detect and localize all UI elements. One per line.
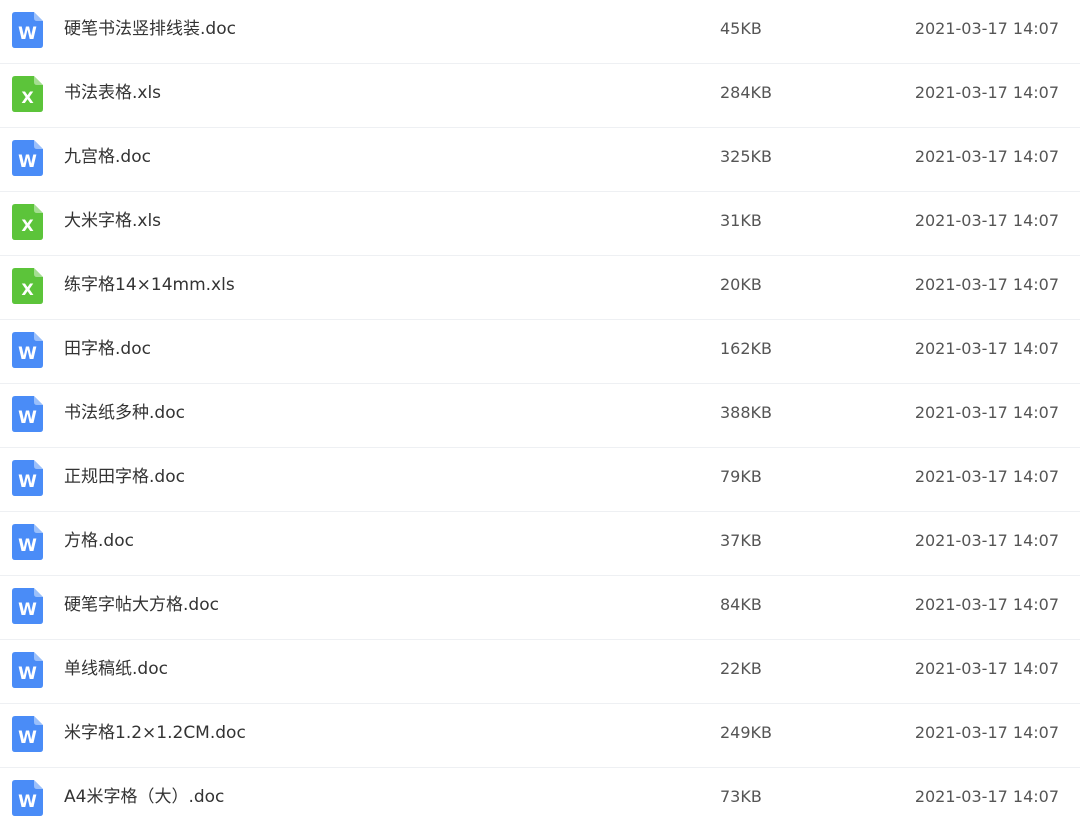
file-list: W 硬笔书法竖排线装.doc 45KB 2021-03-17 14:07 X 书法表格.x… (0, 0, 1080, 832)
file-size: 325KB (720, 147, 773, 166)
file-icon-letter: W (18, 664, 37, 684)
file-size: 20KB (720, 275, 762, 294)
file-name[interactable]: 硬笔字帖大方格.doc (64, 576, 219, 634)
word-file-icon: W (12, 780, 43, 816)
excel-file-icon: X (12, 204, 43, 240)
file-row[interactable]: W 田字格.doc 162KB 2021-03-17 14:07 (0, 320, 1080, 384)
excel-file-icon: X (12, 76, 43, 112)
file-row[interactable]: X 书法表格.xls 284KB 2021-03-17 14:07 (0, 64, 1080, 128)
file-icon-letter: W (18, 24, 37, 44)
file-name[interactable]: A4米字格（大）.doc (64, 768, 224, 826)
file-modified-date: 2021-03-17 14:07 (914, 531, 1059, 550)
file-modified-date: 2021-03-17 14:07 (914, 339, 1059, 358)
file-icon-letter: X (21, 88, 34, 107)
file-modified-date: 2021-03-17 14:07 (914, 275, 1059, 294)
file-icon-letter: W (18, 408, 37, 428)
file-size: 84KB (720, 595, 762, 614)
file-size: 73KB (720, 787, 762, 806)
file-row[interactable]: X 练字格14×14mm.xls 20KB 2021-03-17 14:07 (0, 256, 1080, 320)
file-modified-date: 2021-03-17 14:07 (914, 595, 1059, 614)
file-icon-letter: W (18, 600, 37, 620)
file-icon-letter: W (18, 728, 37, 748)
file-icon-letter: W (18, 792, 37, 812)
file-size: 388KB (720, 403, 773, 422)
file-name[interactable]: 米字格1.2×1.2CM.doc (64, 704, 246, 762)
word-file-icon: W (12, 396, 43, 432)
file-row[interactable]: W 九宫格.doc 325KB 2021-03-17 14:07 (0, 128, 1080, 192)
file-row[interactable]: X 大米字格.xls 31KB 2021-03-17 14:07 (0, 192, 1080, 256)
word-file-icon: W (12, 524, 43, 560)
file-modified-date: 2021-03-17 14:07 (914, 211, 1059, 230)
file-size: 79KB (720, 467, 762, 486)
file-icon-letter: X (21, 280, 34, 299)
word-file-icon: W (12, 140, 43, 176)
file-icon-letter: W (18, 536, 37, 556)
file-size: 284KB (720, 83, 773, 102)
file-name[interactable]: 正规田字格.doc (64, 448, 185, 506)
file-modified-date: 2021-03-17 14:07 (914, 147, 1059, 166)
file-icon-letter: W (18, 344, 37, 364)
file-name[interactable]: 书法表格.xls (64, 64, 161, 122)
word-file-icon: W (12, 716, 43, 752)
file-icon-letter: X (21, 216, 34, 235)
file-icon-letter: W (18, 152, 37, 172)
file-name[interactable]: 田字格.doc (64, 320, 151, 378)
file-row[interactable]: W 正规田字格.doc 79KB 2021-03-17 14:07 (0, 448, 1080, 512)
file-row[interactable]: W A4米字格（大）.doc 73KB 2021-03-17 14:07 (0, 768, 1080, 832)
file-modified-date: 2021-03-17 14:07 (914, 83, 1059, 102)
file-row[interactable]: W 方格.doc 37KB 2021-03-17 14:07 (0, 512, 1080, 576)
file-row[interactable]: W 硬笔字帖大方格.doc 84KB 2021-03-17 14:07 (0, 576, 1080, 640)
file-modified-date: 2021-03-17 14:07 (914, 403, 1059, 422)
file-name[interactable]: 书法纸多种.doc (64, 384, 185, 442)
file-name[interactable]: 方格.doc (64, 512, 134, 570)
file-name[interactable]: 硬笔书法竖排线装.doc (64, 0, 236, 58)
file-row[interactable]: W 书法纸多种.doc 388KB 2021-03-17 14:07 (0, 384, 1080, 448)
file-row[interactable]: W 硬笔书法竖排线装.doc 45KB 2021-03-17 14:07 (0, 0, 1080, 64)
file-size: 37KB (720, 531, 762, 550)
word-file-icon: W (12, 588, 43, 624)
excel-file-icon: X (12, 268, 43, 304)
file-row[interactable]: W 单线稿纸.doc 22KB 2021-03-17 14:07 (0, 640, 1080, 704)
word-file-icon: W (12, 652, 43, 688)
file-modified-date: 2021-03-17 14:07 (914, 723, 1059, 742)
file-size: 162KB (720, 339, 773, 358)
word-file-icon: W (12, 460, 43, 496)
word-file-icon: W (12, 332, 43, 368)
file-name[interactable]: 练字格14×14mm.xls (64, 256, 235, 314)
file-size: 22KB (720, 659, 762, 678)
file-row[interactable]: W 米字格1.2×1.2CM.doc 249KB 2021-03-17 14:07 (0, 704, 1080, 768)
word-file-icon: W (12, 12, 43, 48)
file-modified-date: 2021-03-17 14:07 (914, 787, 1059, 806)
file-icon-letter: W (18, 472, 37, 492)
file-name[interactable]: 单线稿纸.doc (64, 640, 168, 698)
file-modified-date: 2021-03-17 14:07 (914, 19, 1059, 38)
file-size: 31KB (720, 211, 762, 230)
file-name[interactable]: 九宫格.doc (64, 128, 151, 186)
file-size: 45KB (720, 19, 762, 38)
file-modified-date: 2021-03-17 14:07 (914, 659, 1059, 678)
file-size: 249KB (720, 723, 773, 742)
file-name[interactable]: 大米字格.xls (64, 192, 161, 250)
file-modified-date: 2021-03-17 14:07 (914, 467, 1059, 486)
